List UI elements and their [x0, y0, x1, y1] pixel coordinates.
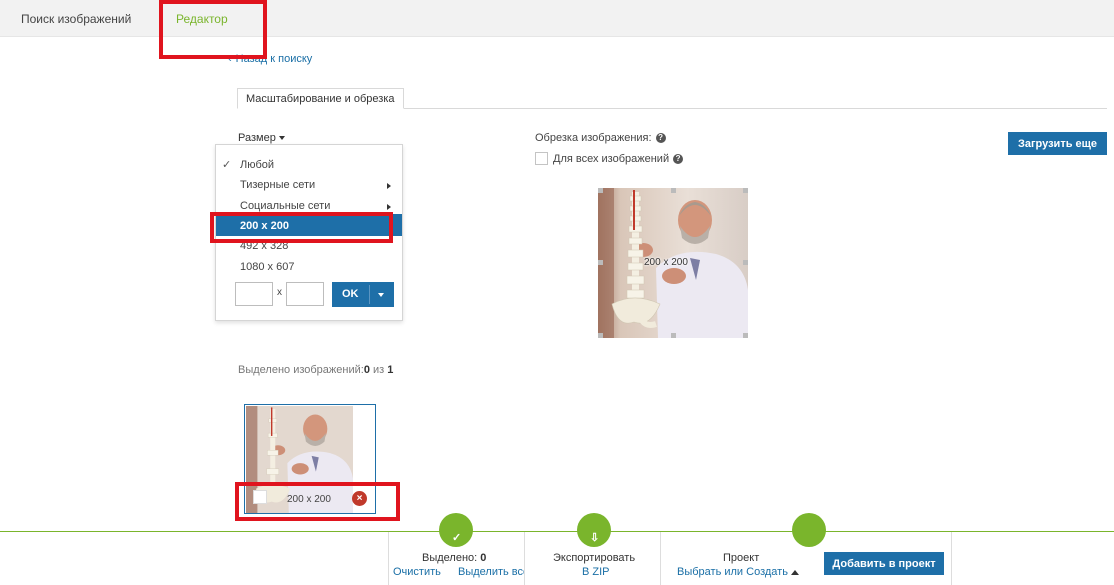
top-tab-bar: Поиск изображений Редактор [0, 0, 1114, 37]
size-option-label: Любой [240, 159, 275, 171]
crop-handle[interactable] [671, 333, 676, 338]
project-badge [792, 513, 826, 547]
crop-handle[interactable] [743, 333, 748, 338]
apply-all-checkbox[interactable] [535, 152, 548, 165]
check-icon: ✓ [222, 159, 232, 171]
crop-handle[interactable] [598, 333, 603, 338]
size-option-200x200[interactable]: 200 х 200 [216, 214, 402, 236]
size-option-label: 1080 х 607 [240, 261, 295, 273]
crop-handle[interactable] [743, 188, 748, 193]
selected-total: 1 [387, 364, 394, 376]
size-option-social-networks[interactable]: Социальные сети [216, 195, 402, 215]
apply-all-label-text: Для всех изображений [553, 153, 670, 165]
add-to-project-button[interactable]: Добавить в проект [824, 552, 944, 575]
back-to-search-link[interactable]: ‹ Назад к поиску [228, 53, 312, 65]
caret-up-icon [790, 569, 799, 575]
size-option-1080x607[interactable]: 1080 х 607 [216, 256, 402, 276]
back-arrow-icon: ‹ [228, 53, 232, 65]
check-icon: ✓ [452, 532, 462, 544]
size-option-label: Социальные сети [240, 200, 331, 212]
custom-height-input[interactable] [286, 282, 324, 306]
selected-count: 0 [480, 552, 487, 564]
help-icon[interactable]: ? [655, 133, 666, 144]
remove-icon[interactable]: × [352, 491, 367, 506]
choose-or-create-project-link[interactable]: Выбрать или Создать [677, 566, 799, 578]
selected-total-label: Выделено: 0 [422, 552, 486, 564]
size-option-teaser-networks[interactable]: Тизерные сети [216, 174, 402, 194]
selected-label: Выделено: [422, 552, 478, 564]
help-icon[interactable]: ? [673, 154, 684, 165]
crop-handle[interactable] [598, 188, 603, 193]
selected-of: из [373, 364, 385, 376]
crop-handle[interactable] [671, 188, 676, 193]
tab-image-search[interactable]: Поиск изображений [21, 12, 131, 26]
crop-label: Обрезка изображения:? [535, 132, 666, 144]
thumbnail-dimensions: 200 х 200 [287, 494, 331, 505]
export-zip-link[interactable]: В ZIP [582, 566, 610, 578]
size-option-label: 492 х 328 [240, 240, 289, 252]
size-option-492x328[interactable]: 492 х 328 [216, 235, 402, 255]
size-option-label: Тизерные сети [240, 179, 316, 191]
apply-all-label: Для всех изображений? [553, 153, 684, 165]
thumbnail-checkbox[interactable] [253, 490, 267, 504]
size-option-any[interactable]: ✓ Любой [216, 154, 402, 174]
load-more-button[interactable]: Загрузить еще [1008, 132, 1107, 155]
tab-scale-and-crop[interactable]: Масштабирование и обрезка [237, 88, 404, 109]
choose-or-create-label: Выбрать или Создать [677, 566, 788, 578]
clear-selection-link[interactable]: Очистить [393, 566, 441, 578]
custom-width-input[interactable] [235, 282, 273, 306]
ok-split-button[interactable]: OK [332, 282, 394, 307]
download-icon: ⇩ [590, 532, 600, 544]
crop-handle[interactable] [743, 260, 748, 265]
chevron-down-icon [278, 136, 285, 141]
size-option-label: 200 х 200 [240, 220, 289, 232]
selection-panel: ✓ Выделено: 0 Очистить Выделить все [388, 513, 529, 585]
submenu-arrow-icon [387, 183, 391, 189]
export-label: Экспортировать [553, 552, 636, 564]
size-dropdown-toggle[interactable]: Размер [238, 132, 285, 144]
selected-count: 0 [363, 364, 370, 376]
crop-preview-image[interactable]: 200 х 200 [598, 188, 748, 338]
dimension-separator: x [277, 287, 282, 298]
select-all-link[interactable]: Выделить все [458, 566, 529, 578]
size-dropdown-menu: ✓ Любой Тизерные сети Социальные сети 20… [215, 144, 403, 321]
crop-dimensions-label: 200 х 200 [644, 257, 688, 268]
crop-label-text: Обрезка изображения: [535, 132, 652, 144]
split-divider [369, 285, 370, 304]
project-label: Проект [723, 552, 760, 564]
chevron-down-icon [378, 293, 384, 297]
back-link-label: Назад к поиску [235, 53, 313, 65]
ok-button-label: OK [342, 288, 359, 300]
export-panel: ⇩ Экспортировать В ZIP [524, 513, 660, 585]
crop-handle[interactable] [598, 260, 603, 265]
selected-prefix: Выделено изображений: [238, 364, 364, 376]
submenu-arrow-icon [387, 204, 391, 210]
selected-images-counter: Выделено изображений:0 из 1 [238, 364, 393, 376]
size-label: Размер [238, 132, 276, 144]
tab-editor[interactable]: Редактор [176, 12, 228, 26]
